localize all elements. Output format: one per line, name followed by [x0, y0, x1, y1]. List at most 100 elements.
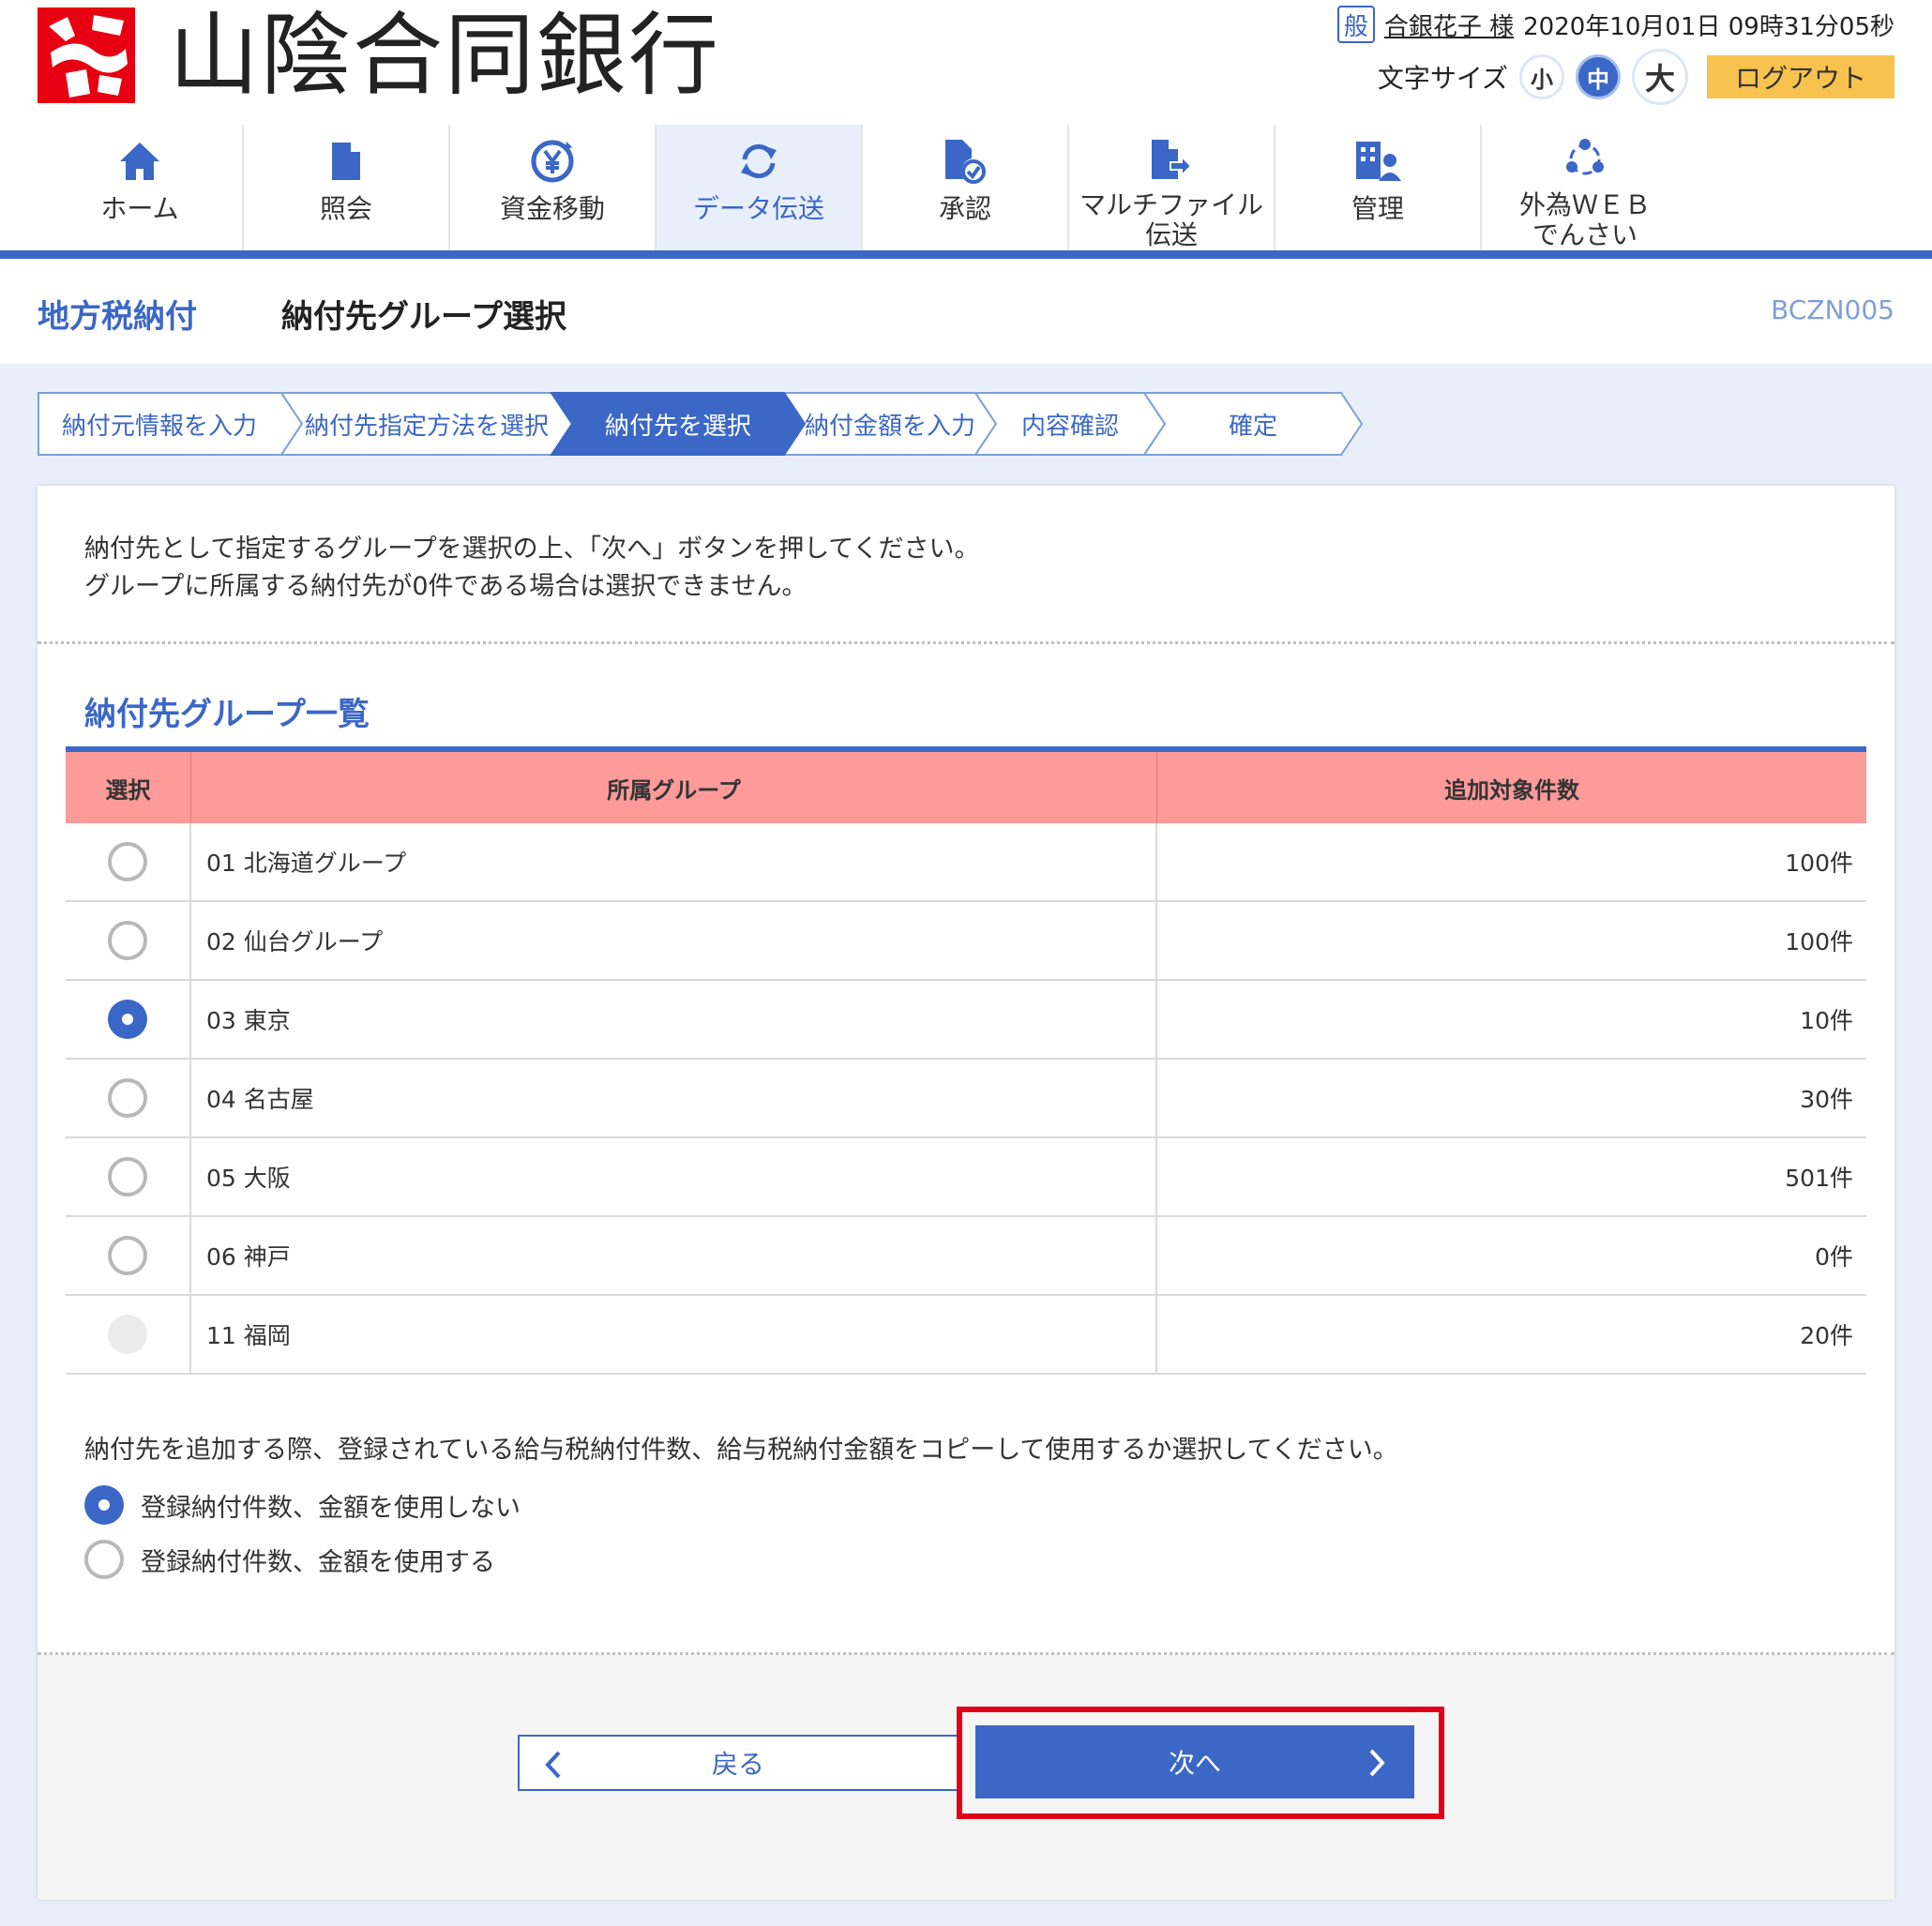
logout-button[interactable]: ログアウト [1707, 55, 1894, 98]
page-title: 納付先グループ選択 [281, 298, 566, 336]
bank-name: 山陰合同銀行 [169, 3, 720, 108]
group-count: 100件 [1785, 850, 1853, 877]
network-icon [1563, 132, 1607, 187]
next-button-label: 次へ [1168, 1748, 1221, 1779]
step-2: 納付先指定方法を選択 [304, 412, 549, 441]
instruction-line-2: グループに所属する納付先が0件である場合は選択できません。 [84, 572, 808, 601]
group-name: 06 神戸 [191, 1217, 1157, 1294]
nav-item-fund-transfer[interactable]: 資金移動 [450, 125, 657, 250]
bank-logo-icon [38, 8, 135, 103]
font-size-controls: 文字サイズ 小 中 大 ログアウト [1378, 49, 1894, 105]
nav-label: 承認 [938, 193, 991, 224]
title-row: 地方税納付 納付先グループ選択 BCZN005 [0, 259, 1932, 364]
screen-id: BCZN005 [1771, 294, 1894, 325]
file-send-icon [1150, 132, 1193, 187]
group-radio[interactable] [108, 842, 147, 881]
step-3-current: 納付先を選択 [604, 412, 751, 441]
font-size-medium-button[interactable]: 中 [1576, 54, 1621, 99]
font-size-large-button[interactable]: 大 [1632, 49, 1688, 105]
group-count: 501件 [1785, 1165, 1853, 1192]
group-name: 04 名古屋 [191, 1060, 1157, 1136]
group-radio-selected[interactable] [108, 1000, 147, 1039]
group-count: 100件 [1785, 928, 1853, 955]
nav-item-home[interactable]: ホーム [38, 125, 244, 250]
chevron-left-icon [544, 1750, 563, 1786]
user-info: 般 合銀花子 様 2020年10月01日 09時31分05秒 [1336, 6, 1894, 43]
table-header: 選択 所属グループ 追加対象件数 [66, 752, 1866, 823]
main-nav: ホーム 照会 資金移動 データ伝送 承認 マルチファイル伝送 管理 外為ＷＥＢで… [0, 125, 1932, 250]
document-icon [330, 132, 362, 190]
table-row[interactable]: 04 名古屋 30件 [66, 1060, 1866, 1138]
yen-transfer-icon [529, 132, 576, 190]
divider [38, 1652, 1894, 1655]
copy-option-label: 登録納付件数、金額を使用する [141, 1547, 495, 1577]
header-count: 追加対象件数 [1444, 776, 1579, 804]
group-name: 01 北海道グループ [191, 823, 1157, 900]
building-user-icon [1354, 132, 1401, 190]
table-row[interactable]: 03 東京 10件 [66, 981, 1866, 1060]
group-count: 30件 [1800, 1086, 1853, 1113]
document-check-icon [943, 132, 987, 190]
group-table: 選択 所属グループ 追加対象件数 01 北海道グループ 100件 02 仙台グル… [66, 746, 1866, 1375]
group-count: 0件 [1815, 1243, 1853, 1271]
group-name: 03 東京 [191, 981, 1157, 1058]
divider [38, 641, 1894, 644]
table-row[interactable]: 05 大阪 501件 [66, 1138, 1866, 1217]
group-count: 20件 [1800, 1322, 1853, 1349]
table-row[interactable]: 01 北海道グループ 100件 [66, 823, 1866, 902]
group-name: 11 福岡 [191, 1296, 1157, 1373]
group-radio[interactable] [108, 1157, 147, 1196]
font-size-small-button[interactable]: 小 [1519, 54, 1564, 99]
instruction-line-1: 納付先として指定するグループを選択の上、「次へ」ボタンを押してください。 [84, 534, 980, 564]
nav-underline [0, 250, 1932, 259]
nav-label: ホーム [100, 193, 179, 224]
copy-option-radio[interactable] [84, 1540, 124, 1579]
nav-item-multi-file[interactable]: マルチファイル伝送 [1069, 125, 1275, 250]
section-name: 地方税納付 [38, 298, 197, 336]
group-list-title: 納付先グループ一覧 [84, 696, 370, 733]
nav-item-data-transmission[interactable]: データ伝送 [657, 125, 863, 250]
group-radio-disabled [108, 1315, 147, 1354]
progress-steps: 納付元情報を入力 納付先指定方法を選択 納付先を選択 納付金額を入力 内容確認 … [38, 392, 1388, 456]
step-4: 納付金額を入力 [805, 412, 976, 441]
font-size-label: 文字サイズ [1377, 63, 1508, 94]
nav-item-approval[interactable]: 承認 [863, 125, 1069, 250]
user-name-link[interactable]: 合銀花子 様 [1384, 8, 1514, 42]
step-6: 確定 [1228, 412, 1277, 441]
instructions: 納付先として指定するグループを選択の上、「次へ」ボタンを押してください。 グルー… [84, 531, 979, 606]
back-button-label: 戻る [711, 1749, 764, 1780]
nav-label: 資金移動 [499, 193, 605, 224]
group-name: 02 仙台グループ [191, 902, 1157, 979]
copy-option-use[interactable]: 登録納付件数、金額を使用する [84, 1540, 495, 1579]
content-panel: 納付先として指定するグループを選択の上、「次へ」ボタンを押してください。 グルー… [38, 486, 1894, 1900]
group-radio[interactable] [108, 1078, 147, 1118]
next-button[interactable]: 次へ [975, 1725, 1414, 1798]
copy-option-not-use[interactable]: 登録納付件数、金額を使用しない [84, 1485, 521, 1525]
copy-option-note: 納付先を追加する際、登録されている給与税納付件数、給与税納付金額をコピーして使用… [84, 1436, 1398, 1465]
nav-label: 照会 [319, 193, 372, 224]
step-5: 内容確認 [1020, 412, 1119, 441]
group-radio[interactable] [108, 1236, 147, 1275]
table-row: 11 福岡 20件 [66, 1296, 1866, 1375]
nav-item-inquiry[interactable]: 照会 [244, 125, 450, 250]
nav-label: 管理 [1351, 193, 1404, 224]
table-row[interactable]: 02 仙台グループ 100件 [66, 902, 1866, 981]
copy-option-label: 登録納付件数、金額を使用しない [141, 1493, 521, 1523]
login-datetime: 2020年10月01日 09時31分05秒 [1523, 12, 1894, 41]
sync-icon [737, 132, 780, 190]
home-icon [118, 132, 161, 190]
nav-label: マルチファイル伝送 [1079, 189, 1263, 250]
copy-option-radio-selected[interactable] [84, 1485, 124, 1525]
nav-label: 外為ＷＥＢでんさい [1518, 189, 1651, 250]
user-type-badge: 般 [1336, 6, 1375, 43]
header-select: 選択 [66, 752, 191, 823]
group-name: 05 大阪 [191, 1138, 1157, 1215]
step-1: 納付元情報を入力 [61, 412, 257, 441]
nav-item-forex-densai[interactable]: 外為ＷＥＢでんさい [1482, 125, 1688, 250]
group-radio[interactable] [108, 921, 147, 960]
back-button[interactable]: 戻る [518, 1735, 958, 1791]
nav-label: データ伝送 [692, 193, 824, 224]
chevron-right-icon [1367, 1748, 1386, 1784]
nav-item-management[interactable]: 管理 [1275, 125, 1482, 250]
table-row[interactable]: 06 神戸 0件 [66, 1217, 1866, 1296]
